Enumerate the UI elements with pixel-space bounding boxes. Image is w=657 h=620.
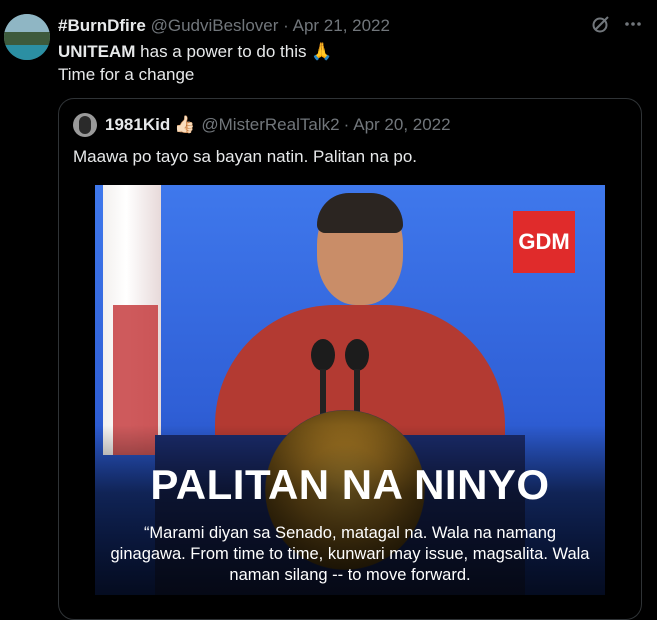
tweet-header: #BurnDfire @GudviBeslover · Apr 21, 2022 [58, 16, 390, 36]
separator-dot: · [283, 16, 289, 35]
quoted-author-name[interactable]: 1981Kid [105, 115, 170, 135]
quoted-avatar[interactable] [73, 113, 97, 137]
grok-icon[interactable] [591, 14, 611, 34]
more-icon[interactable] [623, 14, 643, 34]
quoted-tweet-text: Maawa po tayo sa bayan natin. Palitan na… [73, 147, 418, 166]
gdm-logo: GDM [513, 211, 575, 273]
quoted-tweet-header: 1981Kid 👍🏻 @MisterRealTalk2 · Apr 20, 20… [73, 113, 451, 137]
quoted-separator-dot: · [343, 115, 350, 134]
tweet-text-line2: Time for a change [58, 65, 195, 84]
avatar-trees [4, 32, 50, 47]
media-caption: “Marami diyan sa Senado, matagal na. Wal… [110, 524, 590, 584]
tweet-text-line1: has a power to do this 🙏 [135, 42, 333, 61]
header-actions [591, 14, 643, 34]
quoted-tweet-date[interactable]: Apr 20, 2022 [353, 115, 450, 135]
avatar-water [4, 45, 50, 60]
tweet-date[interactable]: Apr 21, 2022 [293, 16, 390, 35]
quoted-tweet[interactable]: 1981Kid 👍🏻 @MisterRealTalk2 · Apr 20, 20… [58, 98, 642, 620]
thumbs-up-emoji: 👍🏻 [174, 115, 196, 134]
media-headline: PALITAN NA NINYO [150, 461, 550, 508]
tweet-media[interactable]: GDM PALITAN NA NINYO “Marami diyan sa Se… [95, 185, 605, 595]
author-handle[interactable]: @GudviBeslover [151, 16, 279, 35]
tweet-text: UNITEAM has a power to do this 🙏 Time fo… [58, 40, 332, 86]
avatar[interactable] [4, 14, 50, 60]
tweet-text-bold: UNITEAM [58, 42, 136, 61]
author-name[interactable]: #BurnDfire [58, 16, 146, 35]
speaker-hair [317, 193, 403, 233]
quoted-author-handle[interactable]: @MisterRealTalk2 [201, 115, 339, 135]
